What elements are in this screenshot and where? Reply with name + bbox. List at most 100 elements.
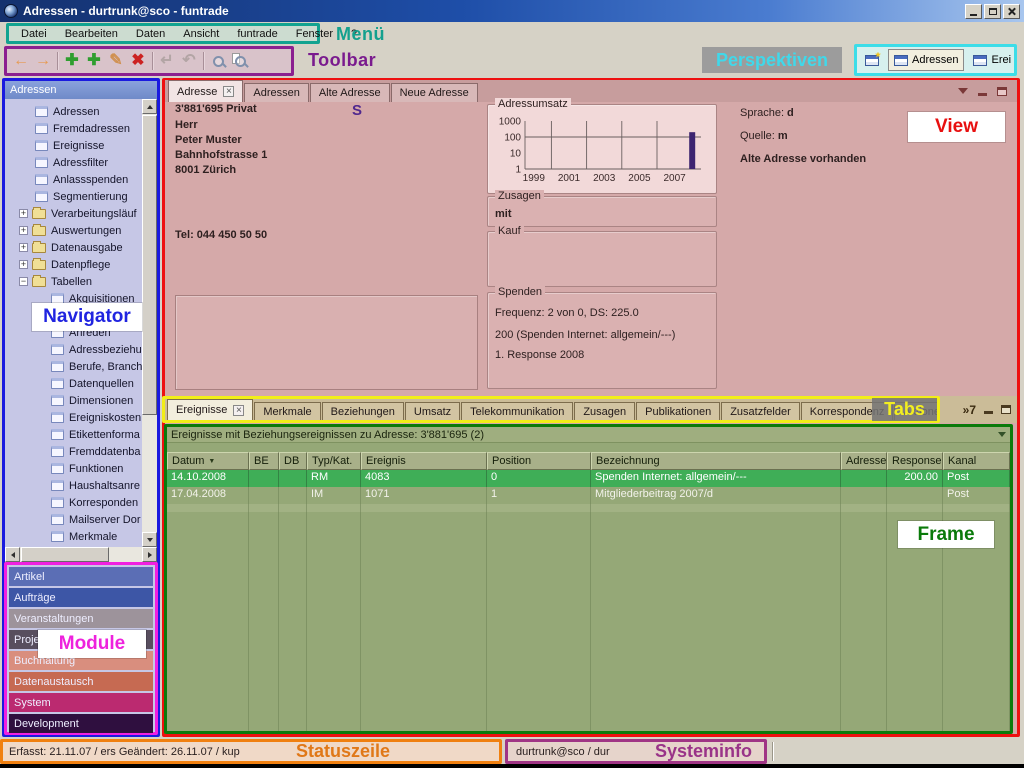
- menu-item-2[interactable]: Daten: [128, 28, 173, 40]
- menu-item-5[interactable]: Fenster: [288, 28, 341, 40]
- horizontal-scrollbar[interactable]: [5, 547, 157, 562]
- column-header-6[interactable]: Bezeichnung: [591, 452, 841, 470]
- perspective-1[interactable]: Erei: [967, 49, 1017, 71]
- scroll-thumb-horizontal[interactable]: [21, 547, 109, 562]
- expander-icon[interactable]: [19, 226, 28, 235]
- tree-item-6[interactable]: Verarbeitungsläuf: [5, 205, 142, 222]
- module-item-7[interactable]: Development: [9, 714, 153, 733]
- maximize-button[interactable]: [984, 4, 1001, 19]
- tree-item-19[interactable]: Etikettenforma: [5, 426, 142, 443]
- menu-item-1[interactable]: Bearbeiten: [57, 28, 126, 40]
- perspective-0[interactable]: Adressen: [888, 49, 964, 71]
- view-minimize-icon[interactable]: [978, 93, 987, 96]
- tab-close-icon[interactable]: [233, 405, 244, 416]
- add-icon[interactable]: ✚: [61, 51, 83, 71]
- tree-item-16[interactable]: Datenquellen: [5, 375, 142, 392]
- edit-pencil-icon[interactable]: ✎: [105, 51, 127, 71]
- tab-overflow-indicator[interactable]: »7: [963, 403, 976, 417]
- scroll-up-button[interactable]: [142, 99, 157, 114]
- view-tab-2[interactable]: Alte Adresse: [310, 83, 390, 102]
- tree-item-17[interactable]: Dimensionen: [5, 392, 142, 409]
- column-header-4[interactable]: Ereignis: [361, 452, 487, 470]
- menu-item-3[interactable]: Ansicht: [175, 28, 227, 40]
- menu-item-0[interactable]: Datei: [13, 28, 55, 40]
- tree-item-7[interactable]: Auswertungen: [5, 222, 142, 239]
- close-button[interactable]: [1003, 4, 1020, 19]
- view-restore-icon[interactable]: [997, 87, 1007, 96]
- column-header-2[interactable]: DB: [279, 452, 307, 470]
- module-item-0[interactable]: Artikel: [9, 567, 153, 586]
- table-row-0[interactable]: 14.10.2008RM40830Spenden Internet: allge…: [167, 470, 1010, 487]
- tree-item-21[interactable]: Funktionen: [5, 460, 142, 477]
- menu-item-4[interactable]: funtrade: [229, 28, 285, 40]
- frame-header: Ereignisse mit Beziehungsereignissen zu …: [167, 427, 1010, 443]
- module-item-2[interactable]: Veranstaltungen: [9, 609, 153, 628]
- table-cell: [249, 470, 279, 487]
- tree-item-20[interactable]: Fremddatenba: [5, 443, 142, 460]
- tree-item-1[interactable]: Fremdadressen: [5, 120, 142, 137]
- detail-tab-1[interactable]: Merkmale: [254, 402, 320, 420]
- view-menu-icon[interactable]: [958, 88, 968, 99]
- detail-tab-3[interactable]: Umsatz: [405, 402, 460, 420]
- search-document-icon[interactable]: [229, 51, 251, 71]
- scroll-right-button[interactable]: [142, 547, 157, 562]
- add-special-icon[interactable]: ✚: [83, 51, 105, 71]
- expander-icon[interactable]: [19, 209, 28, 218]
- detail-tab-0[interactable]: Ereignisse: [167, 399, 253, 420]
- table-row-1[interactable]: 17.04.2008IM10711Mitgliederbeitrag 2007/…: [167, 487, 1010, 504]
- detail-tab-2[interactable]: Beziehungen: [322, 402, 404, 420]
- search-icon[interactable]: [207, 51, 229, 71]
- detail-tab-6[interactable]: Publikationen: [636, 402, 720, 420]
- column-header-5[interactable]: Position: [487, 452, 591, 470]
- module-item-5[interactable]: Datenaustausch: [9, 672, 153, 691]
- frame-minimize-icon[interactable]: [984, 411, 993, 414]
- column-header-0[interactable]: Datum: [167, 452, 249, 470]
- forward-arrow-icon[interactable]: →: [32, 51, 54, 71]
- view-tab-0[interactable]: Adresse: [168, 80, 243, 102]
- minimize-button[interactable]: [965, 4, 982, 19]
- tree-item-4[interactable]: Anlassspenden: [5, 171, 142, 188]
- delete-icon[interactable]: ✖: [127, 51, 149, 71]
- expander-icon[interactable]: [19, 260, 28, 269]
- tree-item-14[interactable]: Adressbeziehu: [5, 341, 142, 358]
- table-cell: RM: [307, 470, 361, 487]
- tree-item-22[interactable]: Haushaltsanre: [5, 477, 142, 494]
- tree-item-24[interactable]: Mailserver Dor: [5, 511, 142, 528]
- tree-item-18[interactable]: Ereigniskosten: [5, 409, 142, 426]
- new-perspective-button[interactable]: [859, 49, 885, 71]
- scroll-down-button[interactable]: [142, 532, 157, 547]
- tree-item-23[interactable]: Korresponden: [5, 494, 142, 511]
- view-tab-3[interactable]: Neue Adresse: [391, 83, 478, 102]
- tree-item-5[interactable]: Segmentierung: [5, 188, 142, 205]
- column-header-8[interactable]: Response: [887, 452, 943, 470]
- module-item-6[interactable]: System: [9, 693, 153, 712]
- column-header-7[interactable]: Adresse: [841, 452, 887, 470]
- tree-item-10[interactable]: Tabellen: [5, 273, 142, 290]
- tree-item-8[interactable]: Datenausgabe: [5, 239, 142, 256]
- column-header-1[interactable]: BE: [249, 452, 279, 470]
- maximize-icon: [989, 8, 997, 15]
- tree-item-3[interactable]: Adressfilter: [5, 154, 142, 171]
- detail-tab-7[interactable]: Zusatzfelder: [721, 402, 800, 420]
- tab-close-icon[interactable]: [223, 86, 234, 97]
- tree-item-0[interactable]: Adressen: [5, 103, 142, 120]
- column-header-3[interactable]: Typ/Kat.: [307, 452, 361, 470]
- tree-item-9[interactable]: Datenpflege: [5, 256, 142, 273]
- expander-icon[interactable]: [19, 243, 28, 252]
- module-item-1[interactable]: Aufträge: [9, 588, 153, 607]
- tree-item-25[interactable]: Merkmale: [5, 528, 142, 545]
- detail-tab-4[interactable]: Telekommunikation: [461, 402, 573, 420]
- screen-bottom-edge: [0, 764, 1024, 768]
- scroll-left-button[interactable]: [5, 547, 20, 562]
- view-tab-1[interactable]: Adressen: [244, 83, 308, 102]
- frame-header-dropdown-icon[interactable]: [998, 432, 1006, 441]
- scroll-thumb[interactable]: [142, 115, 157, 415]
- vertical-scrollbar[interactable]: [142, 99, 157, 547]
- tree-item-2[interactable]: Ereignisse: [5, 137, 142, 154]
- column-header-9[interactable]: Kanal: [943, 452, 1010, 470]
- tree-item-15[interactable]: Berufe, Branch: [5, 358, 142, 375]
- frame-restore-icon[interactable]: [1001, 405, 1011, 414]
- back-arrow-icon[interactable]: ←: [10, 51, 32, 71]
- expander-icon[interactable]: [19, 277, 28, 286]
- detail-tab-5[interactable]: Zusagen: [574, 402, 635, 420]
